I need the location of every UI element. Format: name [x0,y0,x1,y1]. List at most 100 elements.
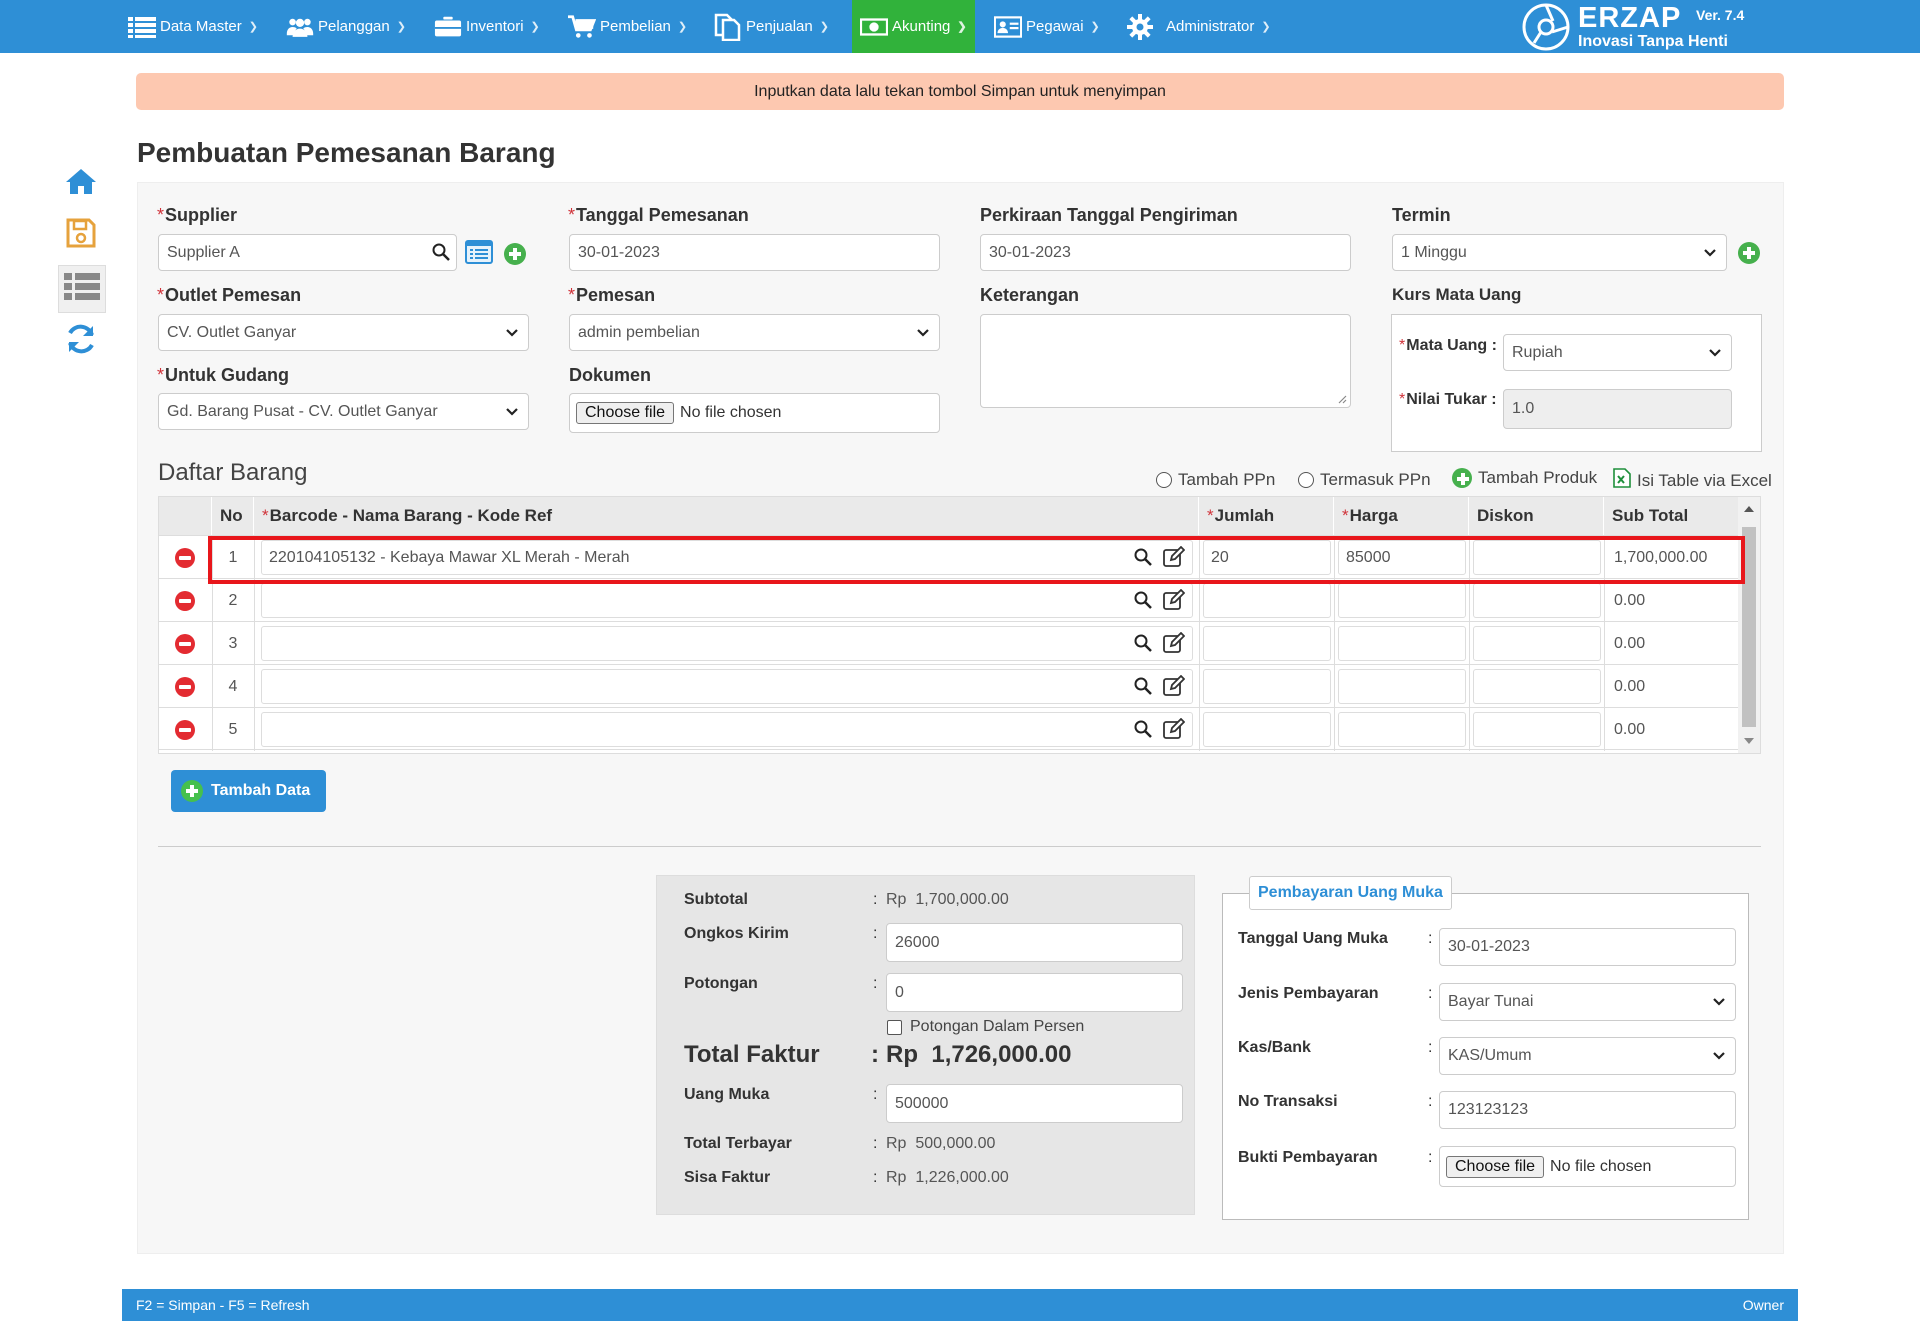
table-row: 3 0.00 [159,621,1739,665]
nav-akunting[interactable]: Akunting ❯ [852,0,975,53]
id-card-icon [994,15,1022,39]
mata-uang-select[interactable]: Rupiah [1503,334,1732,371]
search-icon[interactable] [1134,677,1152,700]
potongan-persen-checkbox[interactable]: Potongan Dalam Persen [887,1018,1084,1036]
jumlah-input[interactable] [1203,583,1331,618]
radio-button[interactable] [1298,472,1314,488]
nav-pegawai[interactable]: Pegawai ❯ [994,0,1100,53]
harga-input[interactable] [1338,669,1466,704]
no-transaksi-input[interactable]: 123123123 [1439,1091,1736,1129]
potongan-input[interactable]: 0 [886,973,1183,1012]
supplier-list-icon[interactable] [465,240,493,269]
chevron-down-icon: ❯ [819,21,829,33]
col-no: No [212,497,254,535]
delete-row-icon[interactable] [175,676,195,697]
chevron-down-icon [1709,349,1721,357]
edit-icon[interactable] [1163,717,1186,745]
edit-icon[interactable] [1163,674,1186,702]
jumlah-input[interactable] [1203,669,1331,704]
tanggal-uang-muka-input[interactable]: 30-01-2023 [1439,928,1736,966]
checkbox[interactable] [887,1019,902,1035]
jenis-pembayaran-select[interactable]: Bayar Tunai [1439,983,1736,1021]
delete-row-icon[interactable] [175,590,195,611]
termasuk-ppn-option[interactable]: Termasuk PPn [1298,470,1431,490]
edit-icon[interactable] [1163,631,1186,659]
tambah-ppn-option[interactable]: Tambah PPn [1156,470,1275,490]
diskon-input[interactable] [1473,583,1601,618]
edit-icon[interactable] [1163,588,1186,616]
untuk-gudang-select[interactable]: Gd. Barang Pusat - CV. Outlet Ganyar [158,393,529,430]
barang-input[interactable] [261,669,1193,704]
page-title: Pembuatan Pemesanan Barang [137,137,556,168]
home-button[interactable] [58,160,104,206]
radio-button[interactable] [1156,472,1172,488]
perkiraan-pengiriman-input[interactable]: 30-01-2023 [980,234,1351,271]
subtotal-value: 0.00 [1614,634,1646,652]
choose-file-button[interactable]: Choose file [576,402,675,424]
total-terbayar-label: Total Terbayar [684,1135,792,1152]
barang-input[interactable] [261,712,1193,747]
refresh-button[interactable] [58,318,104,364]
delete-row-icon[interactable] [175,633,195,654]
brand-name: ERZAP [1578,2,1682,34]
brand: ERZAP Inovasi Tanpa Henti Ver. 7.4 [1520,0,1744,53]
search-icon[interactable] [1134,720,1152,743]
scroll-down-icon[interactable] [1743,737,1755,745]
harga-input[interactable] [1338,712,1466,747]
isi-excel-button[interactable]: Isi Table via Excel [1613,468,1772,493]
pemesan-label: *Pemesan [568,285,656,305]
dokumen-file-input[interactable]: Choose file No file chosen [569,393,940,433]
nav-inventori[interactable]: Inventori ❯ [434,0,540,53]
jumlah-input[interactable] [1203,712,1331,747]
nav-data-master[interactable]: Data Master ❯ [128,0,258,53]
documents-icon [714,13,742,41]
kas-bank-select[interactable]: KAS/Umum [1439,1037,1736,1075]
bukti-pembayaran-file-input[interactable]: Choose file No file chosen [1439,1146,1736,1187]
diskon-input[interactable] [1473,669,1601,704]
barang-input[interactable] [261,626,1193,661]
list-view-button[interactable] [58,265,106,313]
search-icon[interactable] [432,243,450,266]
nav-pelanggan[interactable]: Pelanggan ❯ [286,0,406,53]
ongkos-kirim-input[interactable]: 26000 [886,923,1183,962]
uang-muka-input[interactable]: 500000 [886,1084,1183,1123]
tanggal-pemesanan-label: *Tanggal Pemesanan [568,205,749,225]
jenis-pembayaran-label: Jenis Pembayaran [1238,985,1379,1002]
add-termin-icon[interactable] [1738,242,1760,264]
diskon-input[interactable] [1473,712,1601,747]
search-icon[interactable] [1134,591,1152,614]
diskon-input[interactable] [1473,626,1601,661]
nav-label: Pembelian [600,18,671,35]
home-icon [65,167,97,200]
table-row: 2 0.00 [159,578,1739,622]
harga-input[interactable] [1338,583,1466,618]
nav-administrator[interactable]: Administrator ❯ [1126,0,1271,53]
barang-input[interactable] [261,583,1193,618]
search-icon[interactable] [1134,634,1152,657]
scroll-up-icon[interactable] [1743,505,1755,513]
save-icon [66,218,96,253]
nav-penjualan[interactable]: Penjualan ❯ [714,0,829,53]
tanggal-pemesanan-input[interactable]: 30-01-2023 [569,234,940,271]
nav-pembelian[interactable]: Pembelian ❯ [568,0,687,53]
tambah-data-button[interactable]: Tambah Data [171,770,326,812]
termin-select[interactable]: 1 Minggu [1392,234,1727,271]
nilai-tukar-label: *Nilai Tukar : [1399,391,1497,408]
supplier-input[interactable]: Supplier A [158,234,457,271]
ongkos-kirim-label: Ongkos Kirim [684,925,789,942]
save-button[interactable] [58,212,104,258]
outlet-pemesan-select[interactable]: CV. Outlet Ganyar [158,314,529,351]
nav-label: Inventori [466,18,524,35]
pemesan-select[interactable]: admin pembelian [569,314,940,351]
keterangan-textarea[interactable] [980,314,1351,408]
add-supplier-icon[interactable] [504,243,526,265]
tambah-produk-button[interactable]: Tambah Produk [1452,468,1597,488]
jumlah-input[interactable] [1203,626,1331,661]
chevron-down-icon: ❯ [1261,21,1271,33]
resize-handle-icon[interactable] [1337,394,1347,404]
delete-row-icon[interactable] [175,547,195,568]
harga-input[interactable] [1338,626,1466,661]
delete-row-icon[interactable] [175,719,195,740]
user-role: Owner [1742,1297,1784,1313]
choose-file-button[interactable]: Choose file [1446,1155,1545,1178]
